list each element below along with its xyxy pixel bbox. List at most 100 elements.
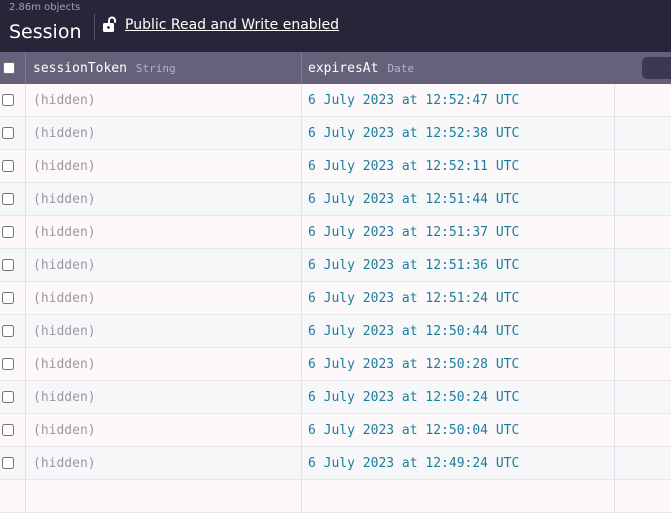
table-row[interactable]: (hidden) 6 July 2023 at 12:50:44 UTC <box>0 315 671 348</box>
sessiontoken-value: (hidden) <box>33 92 96 108</box>
row-checkbox[interactable] <box>2 226 14 238</box>
expiresat-cell[interactable]: 6 July 2023 at 12:51:37 UTC <box>302 216 615 248</box>
table-row[interactable]: (hidden) 6 July 2023 at 12:52:11 UTC <box>0 150 671 183</box>
table-row[interactable]: (hidden) 6 July 2023 at 12:51:37 UTC <box>0 216 671 249</box>
sessiontoken-cell[interactable]: (hidden) <box>26 282 302 314</box>
table-row[interactable]: (hidden) 6 July 2023 at 12:52:38 UTC <box>0 117 671 150</box>
row-checkbox[interactable] <box>2 424 14 436</box>
add-column-button[interactable] <box>642 57 671 79</box>
next-column-cell[interactable] <box>615 249 671 281</box>
next-column-cell[interactable] <box>615 414 671 446</box>
sessiontoken-cell[interactable] <box>26 480 302 512</box>
expiresat-value: 6 July 2023 at 12:50:28 UTC <box>308 356 520 372</box>
expiresat-value: 6 July 2023 at 12:52:11 UTC <box>308 158 520 174</box>
row-checkbox[interactable] <box>2 94 14 106</box>
expiresat-value: 6 July 2023 at 12:51:36 UTC <box>308 257 520 273</box>
sessiontoken-cell[interactable]: (hidden) <box>26 348 302 380</box>
next-column-cell[interactable] <box>615 216 671 248</box>
column-header-sessiontoken[interactable]: sessionToken String <box>26 52 302 84</box>
next-column-cell[interactable] <box>615 183 671 215</box>
sessiontoken-value: (hidden) <box>33 323 96 339</box>
expiresat-value: 6 July 2023 at 12:50:04 UTC <box>308 422 520 438</box>
expiresat-cell[interactable]: 6 July 2023 at 12:49:24 UTC <box>302 447 615 479</box>
table-row[interactable]: (hidden) 6 July 2023 at 12:49:24 UTC <box>0 447 671 480</box>
table-row[interactable]: (hidden) 6 July 2023 at 12:50:24 UTC <box>0 381 671 414</box>
expiresat-cell[interactable] <box>302 480 615 512</box>
column-header-expiresat[interactable]: expiresAt Date <box>302 52 671 84</box>
sessiontoken-cell[interactable]: (hidden) <box>26 447 302 479</box>
permission-status[interactable]: Public Read and Write enabled <box>101 14 339 36</box>
expiresat-value: 6 July 2023 at 12:49:24 UTC <box>308 455 520 471</box>
column-name: sessionToken <box>33 60 127 76</box>
sessiontoken-value: (hidden) <box>33 158 96 174</box>
sessiontoken-cell[interactable]: (hidden) <box>26 315 302 347</box>
table-row[interactable]: (hidden) 6 July 2023 at 12:50:04 UTC <box>0 414 671 447</box>
row-checkbox[interactable] <box>2 127 14 139</box>
toolbar-divider <box>94 14 95 40</box>
expiresat-cell[interactable]: 6 July 2023 at 12:50:04 UTC <box>302 414 615 446</box>
row-checkbox[interactable] <box>2 193 14 205</box>
unlocked-icon <box>103 16 116 32</box>
sessiontoken-cell[interactable]: (hidden) <box>26 183 302 215</box>
next-column-cell[interactable] <box>615 84 671 116</box>
column-type: Date <box>387 61 414 75</box>
table-row[interactable]: (hidden) 6 July 2023 at 12:51:44 UTC <box>0 183 671 216</box>
class-title: Session <box>9 21 82 43</box>
table-row[interactable]: (hidden) 6 July 2023 at 12:52:47 UTC <box>0 84 671 117</box>
permission-link[interactable]: Public Read and Write enabled <box>125 17 339 33</box>
row-checkbox[interactable] <box>2 259 14 271</box>
row-checkbox[interactable] <box>2 292 14 304</box>
row-checkbox[interactable] <box>2 457 14 469</box>
next-column-cell[interactable] <box>615 447 671 479</box>
expiresat-cell[interactable]: 6 July 2023 at 12:51:24 UTC <box>302 282 615 314</box>
column-type: String <box>135 61 176 75</box>
table-row[interactable]: (hidden) 6 July 2023 at 12:50:28 UTC <box>0 348 671 381</box>
sessiontoken-value: (hidden) <box>33 455 96 471</box>
sessiontoken-cell[interactable]: (hidden) <box>26 249 302 281</box>
table-row[interactable] <box>0 480 671 513</box>
sessiontoken-cell[interactable]: (hidden) <box>26 414 302 446</box>
sessiontoken-cell[interactable]: (hidden) <box>26 117 302 149</box>
next-column-cell[interactable] <box>615 150 671 182</box>
next-column-cell[interactable] <box>615 480 671 512</box>
expiresat-cell[interactable]: 6 July 2023 at 12:50:24 UTC <box>302 381 615 413</box>
sessiontoken-cell[interactable]: (hidden) <box>26 84 302 116</box>
row-checkbox-cell <box>0 117 26 149</box>
expiresat-cell[interactable]: 6 July 2023 at 12:52:11 UTC <box>302 150 615 182</box>
next-column-cell[interactable] <box>615 381 671 413</box>
expiresat-cell[interactable]: 6 July 2023 at 12:50:44 UTC <box>302 315 615 347</box>
row-checkbox-cell <box>0 150 26 182</box>
expiresat-value: 6 July 2023 at 12:50:24 UTC <box>308 389 520 405</box>
header-checkbox-cell <box>0 52 26 84</box>
next-column-cell[interactable] <box>615 315 671 347</box>
sessiontoken-cell[interactable]: (hidden) <box>26 216 302 248</box>
row-checkbox[interactable] <box>2 160 14 172</box>
row-checkbox[interactable] <box>2 325 14 337</box>
row-checkbox-cell <box>0 414 26 446</box>
sessiontoken-cell[interactable]: (hidden) <box>26 150 302 182</box>
expiresat-cell[interactable]: 6 July 2023 at 12:52:47 UTC <box>302 84 615 116</box>
expiresat-value: 6 July 2023 at 12:52:47 UTC <box>308 92 520 108</box>
sessiontoken-cell[interactable]: (hidden) <box>26 381 302 413</box>
expiresat-value: 6 July 2023 at 12:51:24 UTC <box>308 290 520 306</box>
toolbar: 2.86m objects Session Public Read and Wr… <box>0 0 671 52</box>
expiresat-value: 6 July 2023 at 12:51:44 UTC <box>308 191 520 207</box>
row-checkbox[interactable] <box>2 358 14 370</box>
expiresat-cell[interactable]: 6 July 2023 at 12:50:28 UTC <box>302 348 615 380</box>
next-column-cell[interactable] <box>615 282 671 314</box>
next-column-cell[interactable] <box>615 117 671 149</box>
row-checkbox[interactable] <box>2 391 14 403</box>
object-count: 2.86m objects <box>9 2 81 13</box>
expiresat-cell[interactable]: 6 July 2023 at 12:51:44 UTC <box>302 183 615 215</box>
table-row[interactable]: (hidden) 6 July 2023 at 12:51:24 UTC <box>0 282 671 315</box>
expiresat-cell[interactable]: 6 July 2023 at 12:52:38 UTC <box>302 117 615 149</box>
expiresat-cell[interactable]: 6 July 2023 at 12:51:36 UTC <box>302 249 615 281</box>
row-checkbox-cell <box>0 216 26 248</box>
select-all-checkbox[interactable] <box>3 62 15 74</box>
row-checkbox-cell <box>0 84 26 116</box>
row-checkbox-cell <box>0 447 26 479</box>
row-checkbox-cell <box>0 480 26 512</box>
next-column-cell[interactable] <box>615 348 671 380</box>
table-row[interactable]: (hidden) 6 July 2023 at 12:51:36 UTC <box>0 249 671 282</box>
column-name: expiresAt <box>308 60 379 76</box>
